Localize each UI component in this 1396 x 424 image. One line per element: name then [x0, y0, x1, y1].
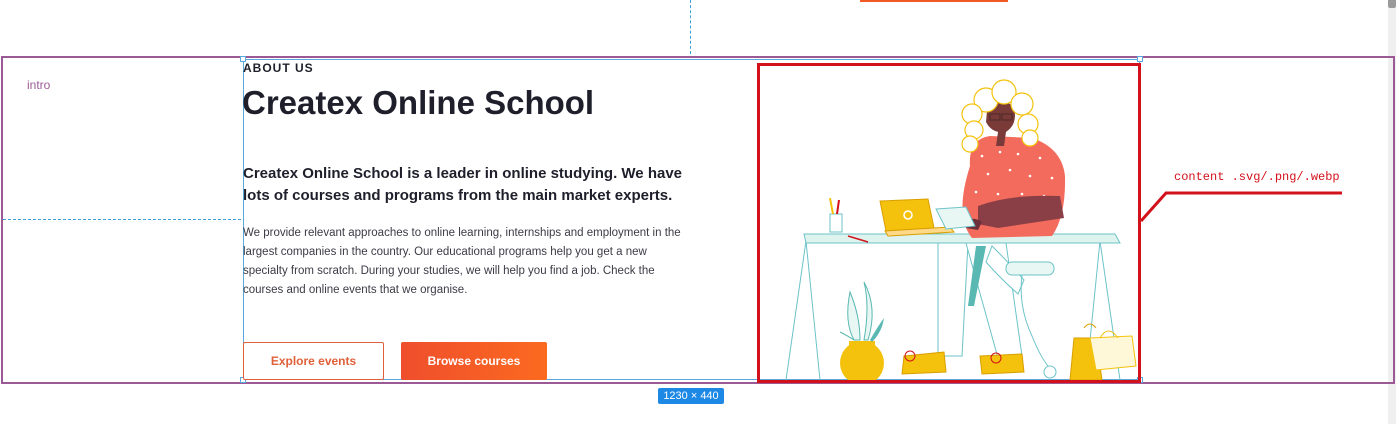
- content-format-annotation: content .svg/.png/.webp: [1174, 170, 1340, 184]
- annotation-connector: [1139, 191, 1342, 222]
- page-title: Createx Online School: [242, 84, 595, 121]
- resize-handle-top-right[interactable]: [1137, 56, 1143, 62]
- scrollbar-thumb[interactable]: [1388, 0, 1396, 8]
- explore-events-button[interactable]: Explore events: [243, 342, 384, 380]
- lead-paragraph: Createx Online School is a leader in onl…: [243, 165, 683, 204]
- previous-section-edge: [860, 0, 1008, 2]
- person-at-desk-illustration: [785, 79, 1137, 380]
- section-eyebrow: ABOUT US: [243, 61, 314, 75]
- body-paragraph: We provide relevant approaches to online…: [243, 227, 681, 296]
- dimension-badge: 1230 × 440: [658, 388, 724, 404]
- intro-section-label: intro: [27, 78, 51, 92]
- guide-line-horizontal: [3, 219, 241, 220]
- browse-courses-button[interactable]: Browse courses: [401, 342, 547, 380]
- illustration-frame: [757, 63, 1141, 383]
- guide-line-vertical: [690, 0, 691, 54]
